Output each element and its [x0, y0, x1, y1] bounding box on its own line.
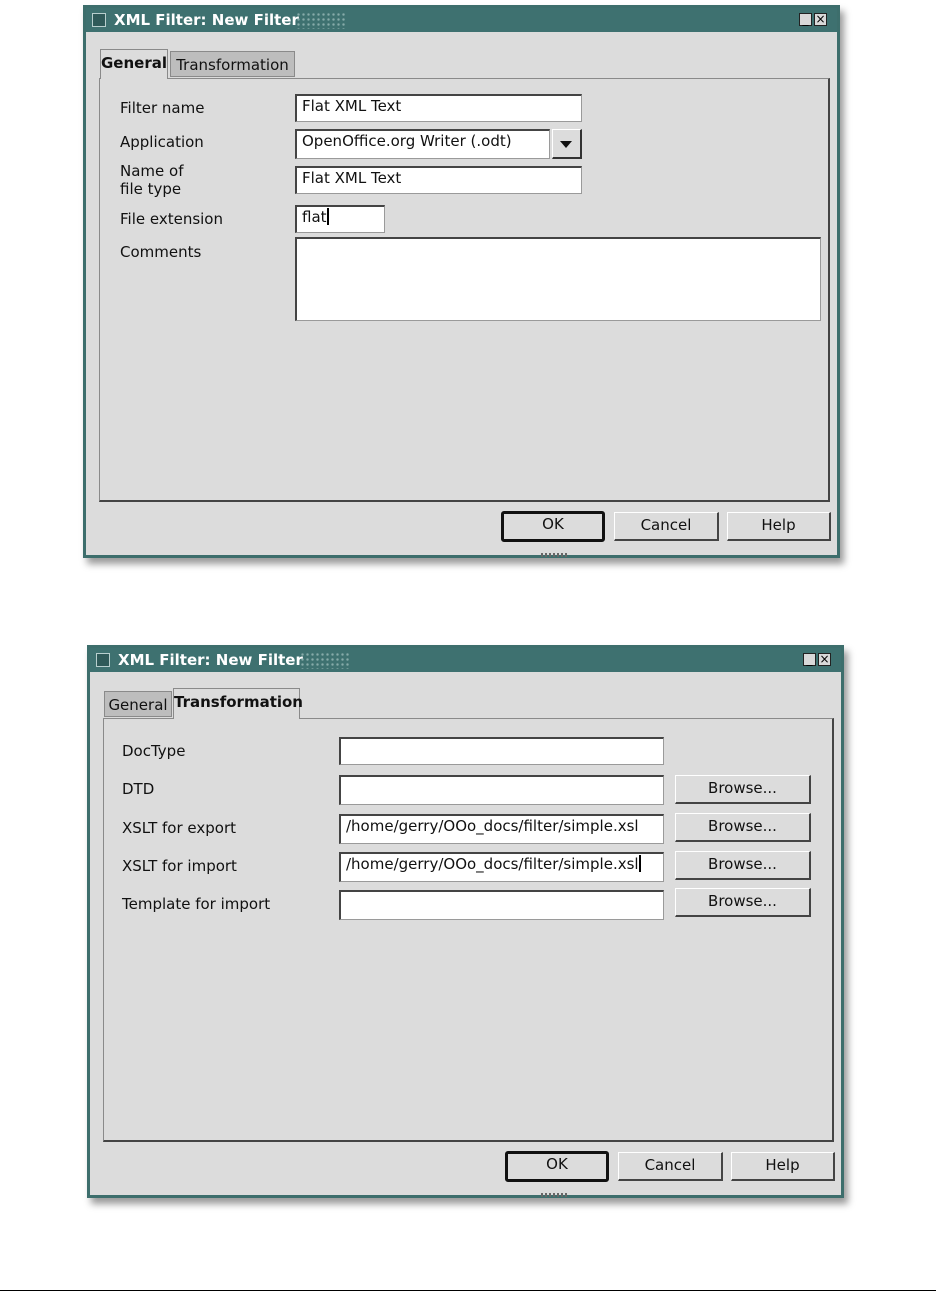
close-icon[interactable]: × — [814, 13, 827, 26]
xslt-import-input[interactable]: /home/gerry/OOo_docs/filter/simple.xsl — [339, 852, 664, 882]
doctype-label: DocType — [122, 742, 186, 760]
resize-grip[interactable] — [541, 1193, 569, 1197]
xslt-export-label: XSLT for export — [122, 819, 237, 837]
template-import-browse-button[interactable]: Browse... — [675, 888, 811, 917]
close-icon[interactable]: × — [818, 653, 831, 666]
filter-name-input[interactable]: Flat XML Text — [295, 94, 582, 122]
window-title: XML Filter: New Filter — [114, 11, 299, 29]
ok-button[interactable]: OK — [501, 511, 605, 542]
tab-general[interactable]: General — [100, 49, 168, 79]
title-bar[interactable]: XML Filter: New Filter _ × — [90, 648, 841, 672]
window-menu-icon[interactable] — [92, 13, 106, 27]
template-import-input[interactable] — [339, 890, 664, 920]
xslt-import-label: XSLT for import — [122, 857, 237, 875]
file-extension-input[interactable]: flat — [295, 205, 385, 233]
xslt-export-input[interactable]: /home/gerry/OOo_docs/filter/simple.xsl — [339, 814, 664, 844]
file-type-name-label-line2: file type — [120, 180, 182, 198]
xml-filter-dialog-transformation: XML Filter: New Filter _ × General Trans… — [87, 645, 844, 1198]
cancel-button[interactable]: Cancel — [614, 512, 719, 541]
dtd-label: DTD — [122, 780, 155, 798]
file-type-name-input[interactable]: Flat XML Text — [295, 166, 582, 194]
doctype-input[interactable] — [339, 737, 664, 765]
help-button[interactable]: Help — [727, 512, 831, 541]
file-extension-label: File extension — [120, 210, 223, 228]
file-extension-value: flat — [302, 208, 327, 226]
comments-textarea[interactable] — [295, 237, 821, 321]
title-bar-decoration — [296, 12, 346, 29]
tab-transformation[interactable]: Transformation — [170, 51, 295, 77]
help-button[interactable]: Help — [731, 1152, 835, 1181]
title-bar[interactable]: XML Filter: New Filter _ × — [86, 8, 837, 32]
template-import-label: Template for import — [122, 895, 271, 913]
text-caret — [638, 855, 641, 872]
minimize-icon[interactable]: _ — [803, 653, 816, 666]
file-type-name-label-line1: Name of — [120, 162, 184, 180]
chevron-down-icon — [560, 141, 572, 148]
title-bar-decoration — [300, 652, 350, 669]
comments-label: Comments — [120, 243, 202, 261]
window-title: XML Filter: New Filter — [118, 651, 303, 669]
application-select[interactable]: OpenOffice.org Writer (.odt) — [295, 129, 550, 159]
xslt-import-browse-button[interactable]: Browse... — [675, 851, 811, 880]
cancel-button[interactable]: Cancel — [618, 1152, 723, 1181]
ok-button[interactable]: OK — [505, 1151, 609, 1182]
application-label: Application — [120, 133, 204, 151]
xslt-export-browse-button[interactable]: Browse... — [675, 813, 811, 842]
application-dropdown-button[interactable] — [552, 129, 582, 159]
tab-general[interactable]: General — [104, 691, 172, 717]
minimize-icon[interactable]: _ — [799, 13, 812, 26]
dtd-browse-button[interactable]: Browse... — [675, 775, 811, 804]
xslt-import-value: /home/gerry/OOo_docs/filter/simple.xsl — [346, 855, 639, 873]
window-menu-icon[interactable] — [96, 653, 110, 667]
tab-transformation[interactable]: Transformation — [173, 688, 303, 719]
dtd-input[interactable] — [339, 775, 664, 805]
filter-name-label: Filter name — [120, 99, 205, 117]
xml-filter-dialog-general: XML Filter: New Filter _ × General Trans… — [83, 5, 840, 558]
resize-grip[interactable] — [541, 553, 569, 557]
page-divider — [0, 1290, 936, 1291]
text-caret — [326, 208, 329, 225]
